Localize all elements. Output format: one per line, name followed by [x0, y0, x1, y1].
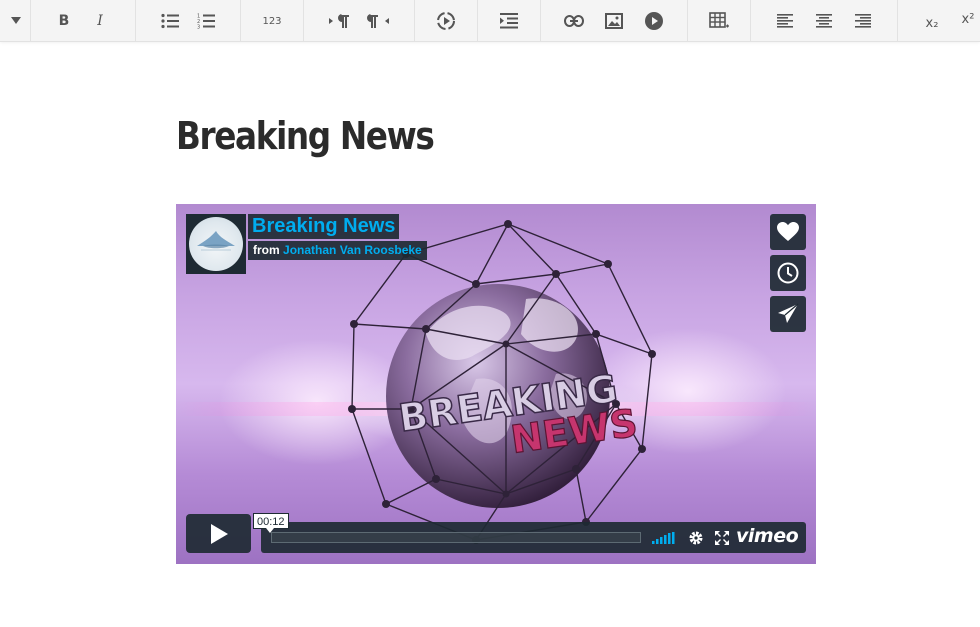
- italic-button[interactable]: I: [86, 7, 114, 35]
- link-icon: [564, 15, 584, 27]
- toolbar-group-format: [0, 0, 31, 42]
- video-byline: from Jonathan Van Roosbeke: [248, 241, 427, 260]
- vimeo-video-embed[interactable]: BREAKING NEWS Breaking News from Jonatha…: [176, 204, 816, 564]
- creator-avatar[interactable]: [186, 214, 246, 274]
- align-left-icon: [777, 14, 793, 28]
- superscript-icon: x²: [961, 11, 975, 27]
- toolbar-group-indent: [478, 0, 541, 42]
- volume-icon[interactable]: [652, 532, 676, 544]
- svg-text:3: 3: [197, 25, 200, 30]
- align-right-button[interactable]: [849, 7, 877, 35]
- rtl-paragraph-button[interactable]: [365, 7, 393, 35]
- indent-button[interactable]: [495, 7, 523, 35]
- bullet-list-button[interactable]: [156, 7, 184, 35]
- insert-video-button[interactable]: [432, 7, 460, 35]
- format-dropdown-button[interactable]: [2, 7, 30, 35]
- clock-icon: [777, 262, 799, 284]
- align-right-icon: [855, 14, 871, 28]
- toolbar-group-numbers: 123: [241, 0, 304, 42]
- video-embed-icon: [437, 12, 455, 30]
- ltr-paragraph-button[interactable]: [325, 7, 353, 35]
- toolbar-group-align: [751, 0, 898, 42]
- vimeo-logo[interactable]: vimeo: [736, 525, 799, 547]
- numbers-icon: 123: [262, 15, 282, 27]
- like-button[interactable]: [770, 214, 806, 250]
- bullet-list-icon: [161, 13, 179, 29]
- numbered-list-button[interactable]: 1 2 3: [192, 7, 220, 35]
- numbered-list-icon: 1 2 3: [197, 14, 215, 30]
- table-icon: [709, 12, 729, 28]
- ltr-paragraph-icon: [329, 14, 349, 28]
- settings-gear-icon[interactable]: [688, 530, 704, 546]
- watch-later-button[interactable]: [770, 255, 806, 291]
- insert-image-button[interactable]: [600, 7, 628, 35]
- indent-icon: [500, 13, 518, 29]
- toolbar-group-table: [688, 0, 751, 42]
- toolbar-group-media-embed: [415, 0, 478, 42]
- player-control-bar: vimeo: [261, 522, 806, 553]
- subscript-button[interactable]: x₂: [918, 9, 946, 37]
- toolbar-group-script: x₂ x²: [898, 0, 980, 42]
- fullscreen-icon[interactable]: [715, 531, 729, 545]
- paper-plane-icon: [778, 303, 799, 323]
- insert-table-button[interactable]: [705, 7, 733, 35]
- island-icon: [197, 231, 235, 251]
- toolbar-group-direction: [304, 0, 415, 42]
- caret-down-icon: [11, 17, 21, 24]
- toolbar-group-text-style: B I: [31, 0, 136, 42]
- align-center-icon: [816, 14, 832, 28]
- align-left-button[interactable]: [771, 7, 799, 35]
- bold-icon: B: [58, 13, 70, 29]
- progress-track[interactable]: [271, 532, 641, 543]
- bold-button[interactable]: B: [50, 7, 78, 35]
- play-icon: [210, 523, 228, 544]
- insert-media-button[interactable]: [640, 7, 668, 35]
- byline-from-label: from: [253, 243, 280, 257]
- avatar-image: [189, 217, 243, 271]
- play-button[interactable]: [186, 514, 251, 553]
- toolbar-group-insert: [541, 0, 688, 42]
- timecode-tooltip: 00:12: [253, 513, 289, 533]
- toolbar-group-lists: 1 2 3: [136, 0, 241, 42]
- italic-icon: I: [97, 13, 103, 29]
- play-circle-icon: [645, 12, 663, 30]
- heart-icon: [777, 222, 799, 241]
- author-link[interactable]: Jonathan Van Roosbeke: [283, 243, 422, 257]
- video-title-link[interactable]: Breaking News: [248, 214, 400, 239]
- rtl-paragraph-icon: [367, 14, 389, 28]
- document-title[interactable]: Breaking News: [176, 114, 435, 158]
- share-button[interactable]: [770, 296, 806, 332]
- superscript-button[interactable]: x²: [954, 5, 980, 33]
- align-center-button[interactable]: [810, 7, 838, 35]
- subscript-icon: x₂: [925, 15, 939, 31]
- numbers-button[interactable]: 123: [258, 7, 286, 35]
- image-icon: [605, 13, 623, 29]
- insert-link-button[interactable]: [560, 7, 588, 35]
- editor-toolbar: B I 1 2 3 123 x₂ x²: [0, 0, 980, 42]
